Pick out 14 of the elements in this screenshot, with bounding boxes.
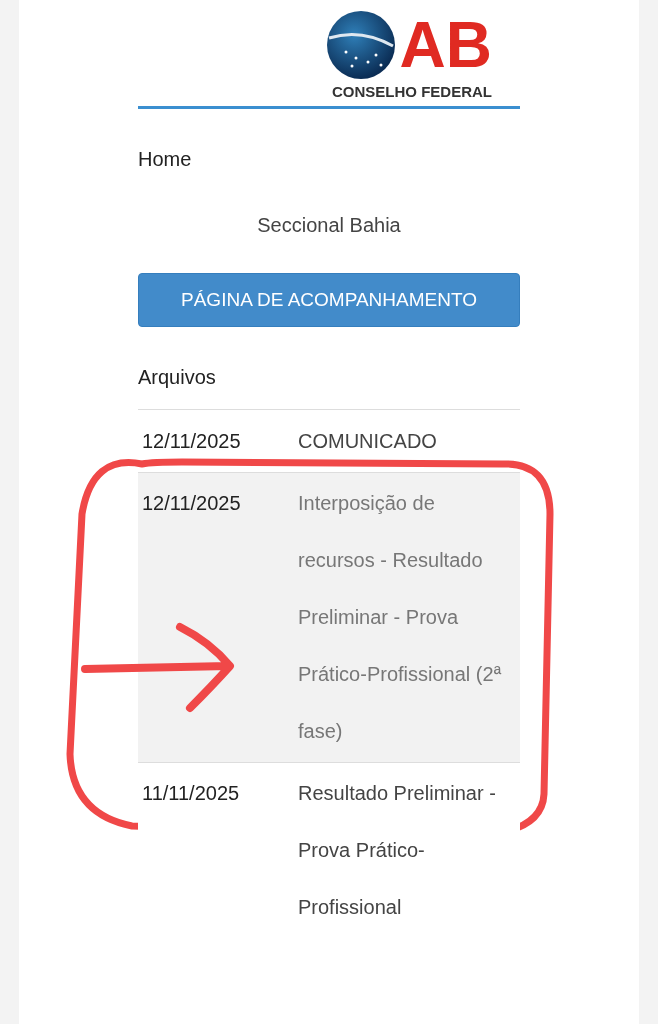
logo-letters: AB <box>399 10 492 80</box>
logo-subtitle: CONSELHO FEDERAL <box>332 82 492 102</box>
file-row[interactable]: 12/11/2025 Interposição de recursos - Resultado Preliminar - Prova Prático-Profissional (2ª fase) <box>138 472 520 762</box>
tracking-page-button[interactable]: PÁGINA DE ACOMPANHAMENTO <box>138 273 520 327</box>
file-title: Interposição de recursos - Resultado Preliminar - Prova Prático-Profissional (2ª fase) <box>298 491 503 744</box>
globe-icon <box>325 10 396 80</box>
files-heading: Arquivos <box>138 365 217 390</box>
file-date: 11/11/2025 <box>141 781 241 806</box>
home-link[interactable]: Home <box>138 145 520 173</box>
file-date: 12/11/2025 <box>141 429 242 454</box>
section-title: Seccional Bahia <box>256 213 402 238</box>
file-date: 12/11/2025 <box>141 491 242 516</box>
file-title: Resultado Preliminar - Prova Prático-Profissional <box>298 781 497 920</box>
file-title: COMUNICADO <box>298 429 438 454</box>
